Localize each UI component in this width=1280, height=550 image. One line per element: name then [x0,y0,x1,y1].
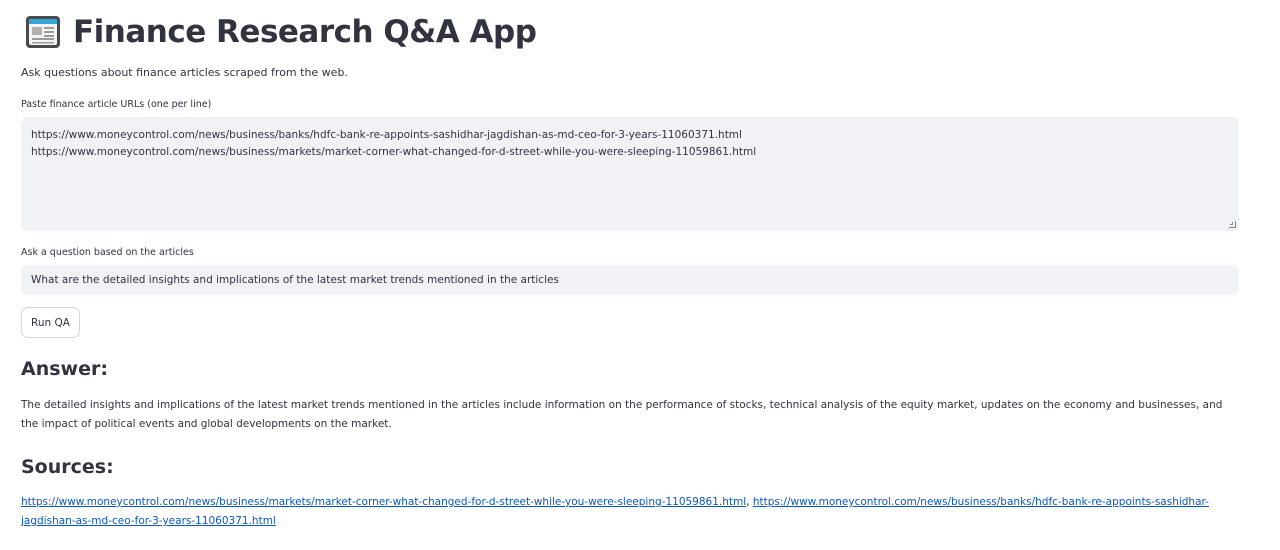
url-line: https://www.moneycontrol.com/news/busine… [31,129,742,141]
resize-handle-icon[interactable] [1229,221,1236,228]
page-title: Finance Research Q&A App [73,14,537,50]
page-subtitle: Ask questions about finance articles scr… [21,66,348,79]
run-qa-button-label: Run QA [31,316,70,329]
newspaper-icon [25,14,61,50]
question-input-value: What are the detailed insights and impli… [31,274,559,286]
page-header: Finance Research Q&A App [25,12,537,52]
question-input[interactable]: What are the detailed insights and impli… [21,265,1239,295]
answer-text: The detailed insights and implications o… [21,399,1223,430]
sources-list: https://www.moneycontrol.com/news/busine… [21,493,1239,531]
source-separator: , [746,496,753,508]
question-field-label: Ask a question based on the articles [21,247,194,258]
url-line: https://www.moneycontrol.com/news/busine… [31,146,757,158]
sources-heading: Sources: [21,456,114,478]
source-link[interactable]: https://www.moneycontrol.com/news/busine… [21,496,746,508]
answer-heading: Answer: [21,358,108,380]
urls-field-label: Paste finance article URLs (one per line… [21,99,212,110]
urls-textarea[interactable]: https://www.moneycontrol.com/news/busine… [21,117,1239,231]
run-qa-button[interactable]: Run QA [21,307,80,338]
